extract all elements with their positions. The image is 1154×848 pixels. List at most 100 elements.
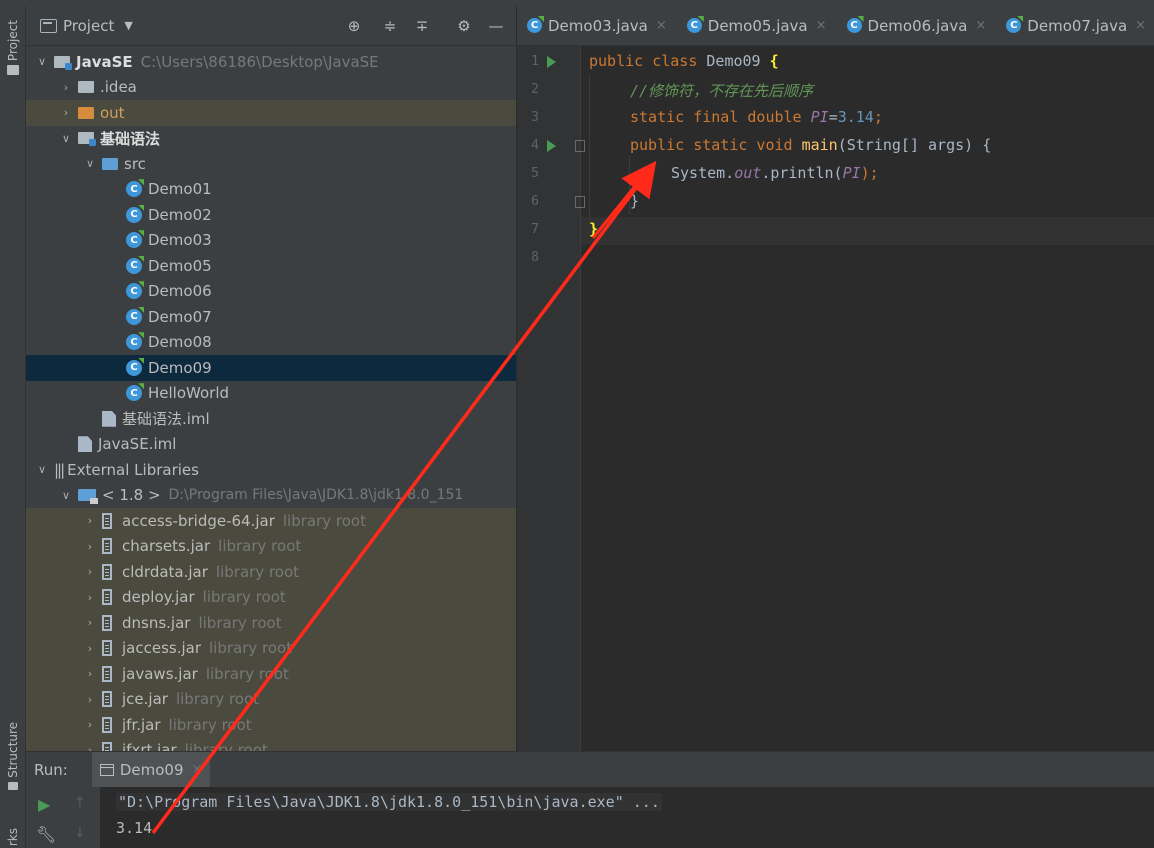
tree-item[interactable]: › javaws.jar library root bbox=[26, 661, 516, 687]
tree-item[interactable]: › dnsns.jar library root bbox=[26, 610, 516, 636]
code-line-5: System.out.println(PI); bbox=[671, 164, 879, 182]
close-icon[interactable]: × bbox=[656, 18, 667, 33]
editor-gutter: 1 2 3 4 5 6 7 8 bbox=[517, 46, 585, 751]
chevron-right-icon[interactable]: › bbox=[58, 106, 74, 119]
chevron-right-icon[interactable]: › bbox=[82, 540, 98, 553]
tree-item[interactable]: › jce.jar library root bbox=[26, 686, 516, 712]
line-number: 1 bbox=[531, 54, 539, 69]
chevron-right-icon[interactable]: › bbox=[82, 667, 98, 680]
tree-item[interactable]: C Demo01 bbox=[26, 177, 516, 203]
tree-item[interactable]: C Demo08 bbox=[26, 330, 516, 356]
jdk-icon bbox=[78, 489, 98, 505]
tree-item[interactable]: › jfr.jar library root bbox=[26, 712, 516, 738]
locate-icon[interactable]: ⊕ bbox=[346, 18, 362, 34]
tree-item[interactable]: › out bbox=[26, 100, 516, 126]
structure-tool-tab-label: Structure bbox=[6, 722, 20, 778]
code-editor[interactable]: 1 2 3 4 5 6 7 8 public class Demo09 { //修饰符，不存在… bbox=[517, 46, 1154, 751]
tree-item[interactable]: › jfxrt.jar library root bbox=[26, 737, 516, 751]
keyword: public static void bbox=[630, 136, 802, 154]
tree-item-label: jce.jar bbox=[122, 690, 168, 709]
tree-item[interactable]: ∨ ||| External Libraries bbox=[26, 457, 516, 483]
chevron-down-icon[interactable]: ∨ bbox=[34, 463, 50, 476]
chevron-right-icon[interactable]: › bbox=[82, 616, 98, 629]
arrow-up-icon[interactable]: ↑ bbox=[74, 795, 86, 811]
chevron-down-icon[interactable]: ∨ bbox=[58, 489, 74, 502]
chevron-right-icon[interactable]: › bbox=[82, 514, 98, 527]
tree-item[interactable]: C Demo06 bbox=[26, 279, 516, 305]
run-toolbar: ▶ ↑ 🔧︎ ↓ bbox=[26, 787, 100, 848]
tree-item[interactable]: C Demo03 bbox=[26, 228, 516, 254]
tree-item[interactable]: › deploy.jar library root bbox=[26, 584, 516, 610]
jar-icon bbox=[102, 563, 112, 580]
jar-icon bbox=[102, 512, 112, 529]
tree-item-hint: library root bbox=[175, 690, 260, 709]
fold-marker-icon[interactable] bbox=[575, 196, 585, 208]
tree-item[interactable]: ∨ 基础语法 bbox=[26, 126, 516, 152]
java-class-icon: C bbox=[126, 206, 142, 223]
tree-item[interactable]: › jaccess.jar library root bbox=[26, 635, 516, 661]
libraries-icon: ||| bbox=[54, 460, 65, 479]
editor-tab[interactable]: C Demo03.java × bbox=[517, 6, 677, 45]
constant: PI bbox=[810, 108, 829, 126]
chevron-down-icon[interactable]: ∨ bbox=[58, 132, 74, 145]
tree-item[interactable]: ∨ < 1.8 > D:\Program Files\Java\JDK1.8\jdk… bbox=[26, 483, 516, 509]
expand-all-icon[interactable]: ≑ bbox=[382, 18, 398, 34]
code-line-4: public static void main(String[] args) { bbox=[630, 136, 991, 154]
tree-item[interactable]: ∨ JavaSE C:\Users\86186\Desktop\JavaSE bbox=[26, 49, 516, 75]
tree-item[interactable]: C Demo02 bbox=[26, 202, 516, 228]
arrow-down-icon[interactable]: ↓ bbox=[74, 825, 86, 841]
editor-tab[interactable]: C Demo06.java × bbox=[837, 6, 997, 45]
tree-item-label: .idea bbox=[100, 78, 137, 97]
gear-icon[interactable]: ⚙ bbox=[456, 18, 472, 34]
bottom-tool-tab[interactable]: rks bbox=[0, 828, 26, 846]
chevron-down-icon[interactable]: ∨ bbox=[34, 55, 50, 68]
tree-item[interactable]: › cldrdata.jar library root bbox=[26, 559, 516, 585]
close-icon[interactable]: × bbox=[191, 762, 202, 777]
tree-item[interactable]: › access-bridge-64.jar library root bbox=[26, 508, 516, 534]
close-icon[interactable]: × bbox=[1135, 18, 1146, 33]
tree-item[interactable]: JavaSE.iml bbox=[26, 432, 516, 458]
tree-item[interactable]: C Demo05 bbox=[26, 253, 516, 279]
run-label: Run: bbox=[34, 760, 68, 779]
chevron-right-icon[interactable]: › bbox=[82, 693, 98, 706]
tree-item[interactable]: 基础语法.iml bbox=[26, 406, 516, 432]
run-console-output[interactable]: "D:\Program Files\Java\JDK1.8\jdk1.8.0_1… bbox=[100, 787, 1154, 848]
hide-icon[interactable]: — bbox=[488, 18, 504, 34]
tree-item[interactable]: › charsets.jar library root bbox=[26, 533, 516, 559]
tree-item-hint: library root bbox=[218, 537, 302, 556]
project-view-icon bbox=[40, 18, 57, 33]
chevron-right-icon[interactable]: › bbox=[82, 718, 98, 731]
chevron-right-icon[interactable]: › bbox=[58, 81, 74, 94]
run-gutter-icon[interactable] bbox=[547, 56, 556, 68]
project-tool-tab[interactable]: Project bbox=[0, 20, 26, 76]
chevron-down-icon[interactable]: ▼ bbox=[124, 19, 132, 32]
tree-item-hint: library root bbox=[184, 741, 268, 751]
tree-item[interactable]: ∨ src bbox=[26, 151, 516, 177]
tree-item[interactable]: C Demo07 bbox=[26, 304, 516, 330]
structure-tool-tab[interactable]: Structure bbox=[0, 722, 26, 790]
chevron-down-icon[interactable]: ∨ bbox=[82, 157, 98, 170]
tree-item[interactable]: › .idea bbox=[26, 75, 516, 101]
fold-marker-icon[interactable] bbox=[575, 140, 585, 152]
tree-item[interactable]: C HelloWorld bbox=[26, 381, 516, 407]
editor-tab[interactable]: C Demo05.java × bbox=[677, 6, 837, 45]
chevron-right-icon[interactable]: › bbox=[82, 591, 98, 604]
method-name: main bbox=[801, 136, 838, 154]
chevron-right-icon[interactable]: › bbox=[82, 744, 98, 751]
collapse-all-icon[interactable]: ∓ bbox=[414, 18, 430, 34]
close-icon[interactable]: × bbox=[816, 18, 827, 33]
tree-item-hint: C:\Users\86186\Desktop\JavaSE bbox=[140, 52, 379, 71]
chevron-right-icon[interactable]: › bbox=[82, 565, 98, 578]
close-icon[interactable]: × bbox=[975, 18, 986, 33]
tree-item[interactable]: C Demo09 bbox=[26, 355, 516, 381]
editor-tab[interactable]: C Demo07.java × bbox=[996, 6, 1154, 45]
rerun-icon[interactable]: ▶ bbox=[38, 795, 50, 814]
run-gutter-icon[interactable] bbox=[547, 140, 556, 152]
run-tab-demo09[interactable]: Demo09 × bbox=[91, 751, 211, 788]
project-panel-title[interactable]: Project bbox=[63, 17, 114, 35]
chevron-right-icon[interactable]: › bbox=[82, 642, 98, 655]
wrench-icon[interactable]: 🔧︎ bbox=[36, 825, 56, 844]
brace: } bbox=[589, 220, 599, 238]
tree-item-label: jfxrt.jar bbox=[122, 741, 177, 751]
folder-icon bbox=[7, 65, 19, 76]
